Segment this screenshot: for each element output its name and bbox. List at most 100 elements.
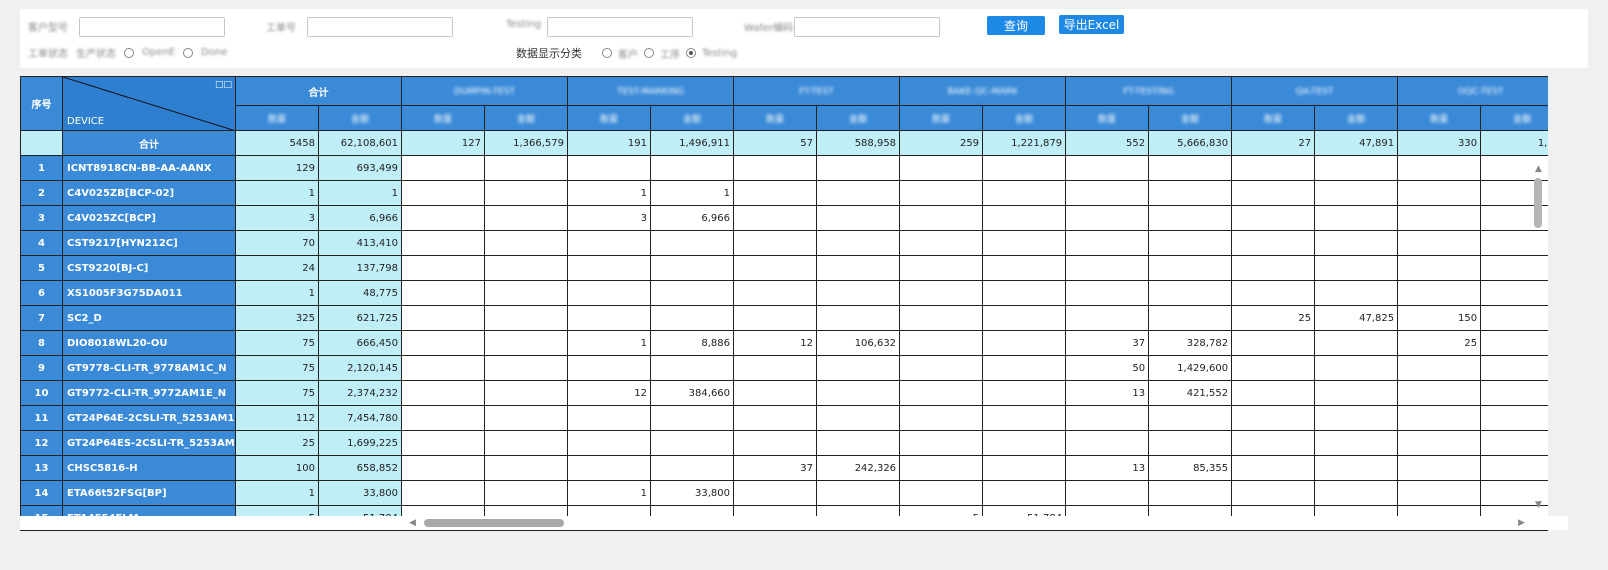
qty-cell: [899, 255, 984, 281]
testing-input[interactable]: [547, 17, 693, 37]
table-row[interactable]: 11GT24P64E-2CSLI-TR_5253AM1B_C1151127,45…: [20, 405, 1548, 431]
work-order-input[interactable]: [307, 17, 453, 37]
table-row[interactable]: 12GT24P64ES-2CSLI-TR_5253AM1B_C115251,69…: [20, 430, 1548, 456]
totals-value: 27: [1231, 130, 1316, 156]
device-name: CST9217[HYN212C]: [62, 230, 236, 256]
device-name: SC2_D: [62, 305, 236, 331]
qty-cell: [733, 405, 818, 431]
total-qty-cell: 1: [235, 180, 319, 206]
device-name: GT24P64ES-2CSLI-TR_5253AM1B_C115: [62, 430, 236, 456]
customer-model-input[interactable]: [79, 17, 225, 37]
group-header: BAKE-QC-MARK: [899, 76, 1067, 106]
table-row[interactable]: 10 GT9772-CLI-TR_9772AM1E_N 75 2,374,232 12 3…: [20, 380, 1548, 406]
qty-cell: 25: [1231, 305, 1316, 331]
amount-cell: 6,966: [650, 205, 735, 231]
column-toggle-icon[interactable]: □□: [215, 80, 232, 90]
export-excel-button[interactable]: 导出Excel: [1059, 15, 1124, 34]
scroll-right-icon[interactable]: ▶: [1518, 518, 1525, 528]
row-index: 12: [20, 430, 63, 456]
qty-cell: [1231, 430, 1316, 456]
horizontal-scrollbar-thumb[interactable]: [424, 519, 564, 527]
amount-cell: 1: [650, 180, 735, 206]
qty-cell: [899, 155, 984, 181]
table-row[interactable]: 8 DIO8018WL20-OU 75 666,450 1 8,886 12 106,632 3…: [20, 330, 1548, 356]
horizontal-scrollbar[interactable]: [20, 516, 1568, 530]
totals-value: 191: [567, 130, 652, 156]
qty-cell: [1231, 180, 1316, 206]
qty-cell: [401, 180, 485, 206]
row-index: 1: [20, 155, 63, 181]
totals-value: 5458: [235, 130, 319, 156]
total-amount-cell: 658,852: [318, 455, 402, 481]
totals-row: 合计 5458 62,108,601 127 1,366,579 191 1,496,911…: [20, 130, 1548, 156]
qty-cell: [401, 330, 485, 356]
amount-cell: [816, 180, 901, 206]
table-row[interactable]: 13 CHSC5816-H 100 658,852 37 242,326 13 85,355: [20, 455, 1548, 481]
table-row[interactable]: 6 XS1005F3G75DA011 1 48,775: [20, 280, 1548, 306]
amount-cell: [483, 355, 569, 381]
category-radio-testing[interactable]: [686, 48, 696, 58]
group-amount-header: 金额: [650, 105, 735, 131]
total-amount-cell: 2,120,145: [318, 355, 402, 381]
row-index: 6: [20, 280, 63, 306]
device-name: GT9772-CLI-TR_9772AM1E_N: [62, 380, 236, 406]
wafer-input[interactable]: [794, 17, 940, 37]
group-qty-header: 数量: [733, 105, 818, 131]
amount-cell: [982, 230, 1067, 256]
totals-value: 330: [1397, 130, 1482, 156]
query-button[interactable]: 查询: [987, 16, 1045, 35]
row-index: 8: [20, 330, 63, 356]
qty-cell: [1231, 255, 1316, 281]
totals-value: 127: [401, 130, 485, 156]
table-row[interactable]: 4 CST9217[HYN212C] 70 413,410: [20, 230, 1548, 256]
group-qty-header: 数量: [567, 105, 652, 131]
category-filter-group: 数据显示分类 客户 工序 Testing: [516, 45, 737, 61]
table-row[interactable]: 1 ICNT8918CN-BB-AA-AANX 129 693,499: [20, 155, 1548, 181]
qty-cell: [401, 155, 485, 181]
qty-cell: [733, 430, 818, 456]
amount-cell: [650, 230, 735, 256]
total-amount-cell: 137,798: [318, 255, 402, 281]
totals-value: 588,958: [816, 130, 901, 156]
vertical-scrollbar-thumb[interactable]: [1534, 178, 1542, 228]
category-radio-customer[interactable]: [602, 48, 612, 58]
qty-cell: [1231, 405, 1316, 431]
scroll-left-icon[interactable]: ◀: [409, 518, 416, 528]
device-name: C4V025ZC[BCP]: [62, 205, 236, 231]
total-qty-cell: 24: [235, 255, 319, 281]
amount-cell: 242,326: [816, 455, 901, 481]
table-row[interactable]: 9 GT9778-CLI-TR_9778AM1C_N 75 2,120,145 50 1,…: [20, 355, 1548, 381]
table-row[interactable]: 14 ETA66t52FSG[BP] 1 33,800 1 33,800: [20, 480, 1548, 506]
data-grid: 序号 □□ DEVICE 合计 DUMPIN-TEST TEST-MARKING…: [20, 76, 1548, 531]
amount-cell: [1480, 405, 1548, 431]
qty-cell: 12: [733, 330, 818, 356]
status-radio-done[interactable]: [183, 47, 194, 58]
device-name: ICNT8918CN-BB-AA-AANX: [62, 155, 236, 181]
amount-cell: [982, 455, 1067, 481]
qty-cell: [567, 405, 652, 431]
total-qty-cell: 75: [235, 380, 319, 406]
amount-cell: [1148, 155, 1233, 181]
category-radio-process[interactable]: [644, 48, 654, 58]
amount-cell: [483, 405, 569, 431]
table-row[interactable]: 5 CST9220[BJ-C] 24 137,798: [20, 255, 1548, 281]
filter-label-wafer: Wafer编码: [744, 23, 794, 34]
amount-cell: [483, 430, 569, 456]
totals-value: 47,891: [1314, 130, 1399, 156]
status-done-label: Done: [201, 47, 228, 58]
status-radio-open[interactable]: [124, 47, 134, 58]
scroll-up-icon[interactable]: ▲: [1535, 164, 1542, 174]
table-row[interactable]: 3 C4V025ZC[BCP] 3 6,966 3 6,966: [20, 205, 1548, 231]
amount-cell: [982, 155, 1067, 181]
qty-cell: [1065, 305, 1150, 331]
table-row[interactable]: 2 C4V025ZB[BCP-02] 1 1 1 1: [20, 180, 1548, 206]
qty-cell: [401, 480, 485, 506]
scroll-down-icon[interactable]: ▼: [1535, 500, 1542, 510]
table-row[interactable]: 7SC2_D325621,725 2547,82515028: [20, 305, 1548, 331]
row-index: 14: [20, 480, 63, 506]
amount-cell: [1314, 480, 1399, 506]
group-amount-header: 金额: [982, 105, 1067, 131]
amount-cell: [816, 355, 901, 381]
qty-cell: [1397, 280, 1482, 306]
amount-cell: [1314, 405, 1399, 431]
